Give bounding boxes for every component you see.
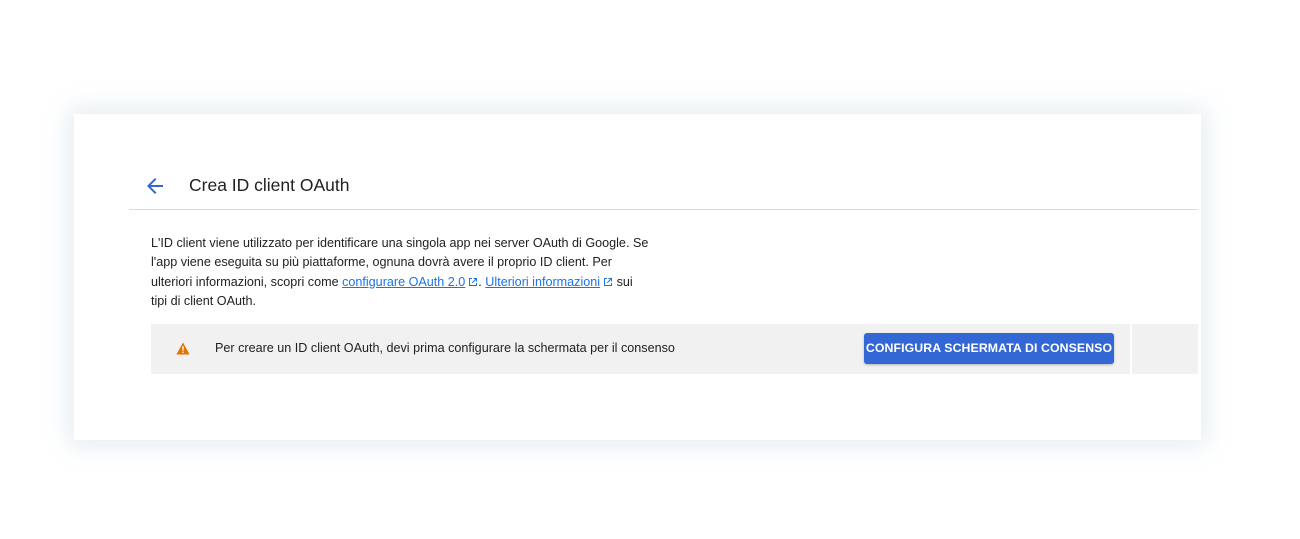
configure-oauth-link[interactable]: configurare OAuth 2.0 <box>342 275 478 289</box>
page-title: Crea ID client OAuth <box>189 175 350 195</box>
oauth-client-card: Crea ID client OAuth L'ID client viene u… <box>74 114 1201 440</box>
consent-warning-banner: Per creare un ID client OAuth, devi prim… <box>151 324 1130 374</box>
warning-message: Per creare un ID client OAuth, devi prim… <box>215 341 675 355</box>
arrow-back-icon <box>147 178 163 194</box>
warning-icon <box>176 342 190 355</box>
back-button[interactable] <box>143 174 167 198</box>
external-link-icon <box>604 277 613 286</box>
configure-oauth-link-label: configurare OAuth 2.0 <box>342 274 466 289</box>
more-info-link[interactable]: Ulteriori informazioni <box>485 275 613 289</box>
configure-consent-screen-button[interactable]: CONFIGURA SCHERMATA DI CONSENSO <box>864 333 1114 364</box>
more-info-link-label: Ulteriori informazioni <box>485 274 601 289</box>
page-header: Crea ID client OAuth <box>129 154 1198 210</box>
description-text: L'ID client viene utilizzato per identif… <box>151 234 651 311</box>
external-link-icon <box>469 277 478 286</box>
banner-side-panel <box>1132 324 1198 374</box>
